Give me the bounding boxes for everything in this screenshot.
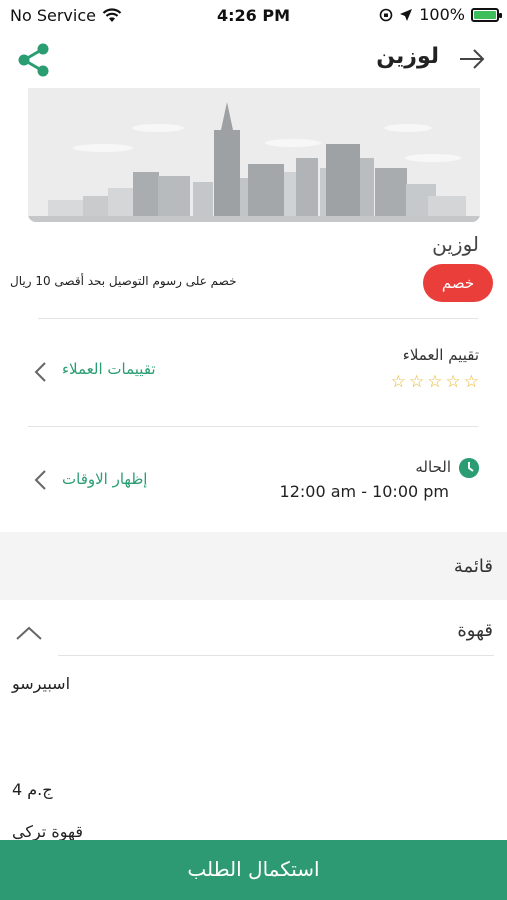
status-title: الحاله — [415, 458, 451, 476]
star-icon: ☆ — [445, 372, 461, 392]
rating-stars: ☆ ☆ ☆ ☆ ☆ — [391, 372, 479, 392]
page-title: لوزين — [376, 44, 439, 69]
battery-percent: 100% — [419, 5, 465, 24]
checkout-button[interactable]: استكمال الطلب — [0, 840, 507, 900]
divider — [38, 318, 478, 319]
opening-hours: 12:00 am - 10:00 pm — [279, 482, 449, 501]
orientation-lock-icon — [379, 8, 393, 21]
chevron-up-icon[interactable] — [14, 624, 44, 642]
chevron-left-icon[interactable] — [32, 468, 48, 492]
star-icon: ☆ — [409, 372, 425, 392]
divider — [28, 426, 478, 427]
menu-item-price: 4 ج.م — [12, 780, 53, 799]
nav-bar: لوزين — [0, 36, 507, 82]
divider — [58, 655, 494, 656]
battery-icon — [471, 7, 502, 22]
battery-fill — [474, 10, 496, 19]
clock-icon — [459, 458, 479, 478]
star-icon: ☆ — [463, 372, 479, 392]
menu-item-name[interactable]: اسبيرسو — [12, 674, 70, 693]
category-title: قهوة — [457, 620, 493, 641]
star-icon: ☆ — [390, 372, 406, 392]
menu-title: قائمة — [453, 556, 493, 577]
store-banner — [28, 88, 480, 222]
show-times-link[interactable]: إظهار الاوقات — [62, 470, 147, 488]
ratings-title: تقييم العملاء — [402, 346, 479, 364]
status-right: 100% — [379, 5, 502, 24]
star-icon: ☆ — [427, 372, 443, 392]
store-name: لوزين — [432, 232, 479, 256]
city-skyline-image — [28, 88, 480, 222]
discount-description: خصم على رسوم التوصيل بحد أقصى 10 ريال — [10, 274, 237, 288]
menu-header-section — [0, 532, 507, 600]
discount-badge: خصم — [423, 264, 493, 302]
status-bar: No Service 4:26 PM 100% — [0, 0, 507, 32]
menu-item-name[interactable]: قهوة تركي — [12, 822, 83, 841]
customer-reviews-link[interactable]: تقييمات العملاء — [62, 360, 156, 378]
chevron-left-icon[interactable] — [32, 360, 48, 384]
location-icon — [400, 8, 413, 21]
arrow-right-icon[interactable] — [457, 44, 487, 74]
share-icon[interactable] — [14, 40, 54, 80]
